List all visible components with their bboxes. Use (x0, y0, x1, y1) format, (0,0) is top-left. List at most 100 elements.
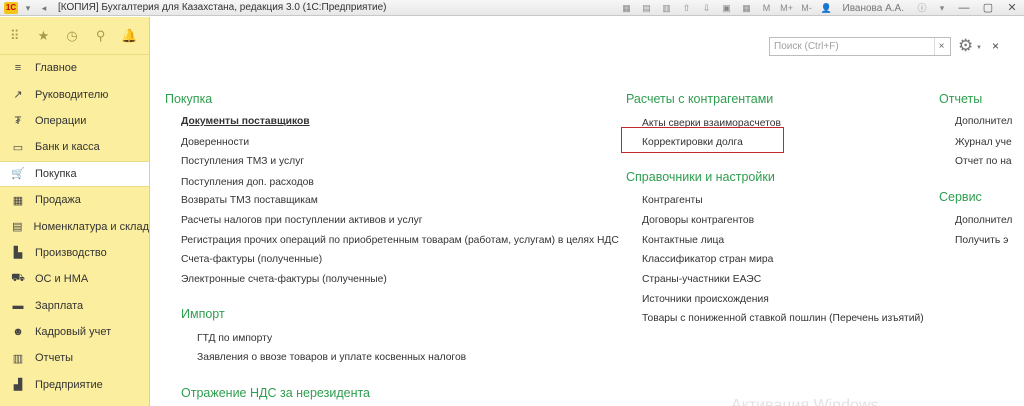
title-bar-tools: ▦ ▤ ▥ ⇧ ⇩ ▣ ▦ M M+ M- 👤 Иванова А.А. ⓘ ▾… (617, 0, 1024, 16)
search-box: × (769, 37, 951, 56)
section-title-import: Импорт (181, 307, 225, 321)
link-dogovory[interactable]: Договоры контрагентов (642, 215, 754, 226)
sidebar-item[interactable]: ▥ Отчеты (0, 345, 149, 371)
sidebar-item-label: ОС и НМА (35, 273, 89, 286)
link-otchet-po-nalogam[interactable]: Отчет по на (955, 156, 1012, 167)
bell-icon[interactable]: 🔔 (120, 27, 138, 45)
link-dokumenty-postavshchikov[interactable]: Документы поставщиков (181, 116, 310, 127)
link-postupleniya-tmz[interactable]: Поступления ТМЗ и услуг (181, 156, 304, 167)
people-icon: ☻ (12, 326, 24, 339)
factory-icon: ▙ (13, 247, 23, 260)
sidebar-item[interactable]: ▟ Предприятие (0, 372, 149, 398)
link-zayavleniya-o-vvoze[interactable]: Заявления о ввозе товаров и уплате косве… (197, 352, 466, 363)
sidebar-item-label: Предприятие (35, 378, 103, 391)
sidebar-item[interactable]: ▦ Продажа (0, 187, 149, 213)
link-strany-eaes[interactable]: Страны-участники ЕАЭС (642, 274, 761, 285)
sidebar-item[interactable]: ☻ Кадровый учет (0, 319, 149, 345)
operations-icon: ₮ (14, 114, 22, 127)
chart-icon: ↗ (13, 89, 23, 102)
link-scheta-faktury[interactable]: Счета-фактуры (полученные) (181, 254, 322, 265)
warehouse-icon: ▤ (12, 221, 23, 234)
link-kontaktnye-litsa[interactable]: Контактные лица (642, 235, 724, 246)
link-servis-dopolnitelnye[interactable]: Дополнител (955, 215, 1012, 226)
grid-icon[interactable]: ▦ (620, 2, 634, 14)
menu-arrow-icon[interactable]: ▾ (22, 3, 34, 13)
link-registratsiya-nds[interactable]: Регистрация прочих операций по приобрете… (181, 235, 619, 246)
memory-minus-button[interactable]: M- (800, 2, 814, 14)
link-postupleniya-dop[interactable]: Поступления доп. расходов (181, 177, 314, 188)
link-doverennosti[interactable]: Доверенности (181, 137, 249, 148)
sidebar-item[interactable]: ▭ Банк и касса (0, 134, 149, 160)
sidebar-item[interactable]: ▙ Производство (0, 240, 149, 266)
sidebar-item[interactable]: ▬ Зарплата (0, 293, 149, 319)
section-title-spravochniki: Справочники и настройки (626, 170, 775, 184)
salary-icon: ▬ (12, 299, 24, 312)
sidebar-item-label: Производство (35, 246, 107, 259)
search-icon[interactable]: ⚲ (92, 27, 110, 45)
sidebar: ⠿ ★ ◷ ⚲ 🔔 ≡ Главное ↗ Руководителю ₮ Операции… (0, 17, 150, 406)
sidebar-item-label: Операции (35, 114, 87, 127)
link-kontragenty[interactable]: Контрагенты (642, 195, 703, 206)
cart-icon: 🛒 (11, 168, 25, 181)
link-klassifikator-stran[interactable]: Классификатор стран мира (642, 254, 773, 265)
memory-m-button[interactable]: M (760, 2, 774, 14)
print-icon[interactable]: ▤ (640, 2, 654, 14)
memory-plus-button[interactable]: M+ (780, 2, 794, 14)
history-icon[interactable]: ◷ (63, 27, 81, 45)
sidebar-item-label: Покупка (35, 167, 77, 180)
link-zhurnal-ucheta[interactable]: Журнал уче (955, 137, 1012, 148)
sidebar-item-label: Кадровый учет (35, 326, 112, 339)
sidebar-toolbar: ⠿ ★ ◷ ⚲ 🔔 (0, 17, 149, 55)
reports-icon: ▥ (12, 352, 24, 365)
section-title-servis: Сервис (939, 190, 982, 204)
save-icon[interactable]: ▥ (660, 2, 674, 14)
search-clear-button[interactable]: × (934, 38, 948, 55)
link-istochniki[interactable]: Источники происхождения (642, 294, 769, 305)
link-gtd-po-importu[interactable]: ГТД по импорту (197, 333, 272, 344)
sidebar-item-label: Банк и касса (35, 141, 100, 154)
link-poluchit-e[interactable]: Получить э (955, 235, 1008, 246)
close-panel-button[interactable]: × (992, 37, 999, 55)
sidebar-item-label: Продажа (35, 194, 81, 207)
back-icon[interactable]: ◂ (38, 3, 50, 13)
sidebar-item[interactable]: ₮ Операции (0, 108, 149, 134)
apps-grid-icon[interactable]: ⠿ (6, 27, 24, 45)
close-window-button[interactable]: ✕ (1000, 0, 1024, 16)
section-title-nds-nerezident: Отражение НДС за нерезидента (181, 386, 371, 400)
user-name[interactable]: Иванова А.А. (843, 3, 904, 14)
favorites-star-icon[interactable]: ★ (35, 27, 53, 45)
sidebar-item[interactable]: ⛟ ОС и НМА (0, 266, 149, 292)
download-icon[interactable]: ⇩ (700, 2, 714, 14)
link-vozvraty-tmz[interactable]: Возвраты ТМЗ поставщикам (181, 195, 318, 206)
gear-icon[interactable]: ⚙ (958, 36, 973, 56)
title-bar: 1С ▾ ◂ [КОПИЯ] Бухгалтерия для Казахстан… (0, 0, 1024, 16)
link-tovary-poshliny[interactable]: Товары с пониженной ставкой пошлин (Пере… (642, 313, 924, 324)
sidebar-item[interactable]: 🛒 Покупка (0, 160, 149, 187)
sale-icon: ▦ (12, 194, 24, 207)
sidebar-item[interactable]: ▤ Номенклатура и склад (0, 213, 149, 239)
main-panel: × ⚙ ▼ × Покупка Документы поставщиков До… (151, 17, 1024, 406)
minimize-button[interactable]: — (952, 0, 976, 16)
info-icon[interactable]: ⓘ (915, 2, 929, 14)
app-logo: 1С (4, 1, 18, 14)
calendar-icon[interactable]: ▦ (740, 2, 754, 14)
maximize-button[interactable]: ▢ (976, 0, 1000, 16)
bank-icon: ▭ (12, 141, 24, 154)
gear-caret-icon[interactable]: ▼ (976, 45, 982, 51)
chevron-down-icon[interactable]: ▾ (935, 2, 949, 14)
sidebar-item[interactable]: ⚙Администрирование (0, 398, 149, 406)
link-otchety-dopolnitelnye[interactable]: Дополнител (955, 116, 1012, 127)
window-title: [КОПИЯ] Бухгалтерия для Казахстана, реда… (58, 2, 387, 13)
link-raschety-nalogov[interactable]: Расчеты налогов при поступлении активов … (181, 215, 423, 226)
link-elektronnye-scheta[interactable]: Электронные счета-фактуры (полученные) (181, 274, 387, 285)
sidebar-item-label: Руководителю (35, 88, 109, 101)
sidebar-item-label: Номенклатура и склад (33, 220, 149, 233)
sidebar-item-label: Зарплата (35, 299, 84, 312)
sidebar-item[interactable]: ≡ Главное (0, 55, 149, 81)
search-input[interactable] (770, 38, 930, 55)
calc-icon[interactable]: ▣ (720, 2, 734, 14)
highlight-box (621, 127, 784, 153)
sidebar-item[interactable]: ↗ Руководителю (0, 81, 149, 107)
section-title-raschety: Расчеты с контрагентами (626, 92, 774, 106)
upload-icon[interactable]: ⇧ (680, 2, 694, 14)
